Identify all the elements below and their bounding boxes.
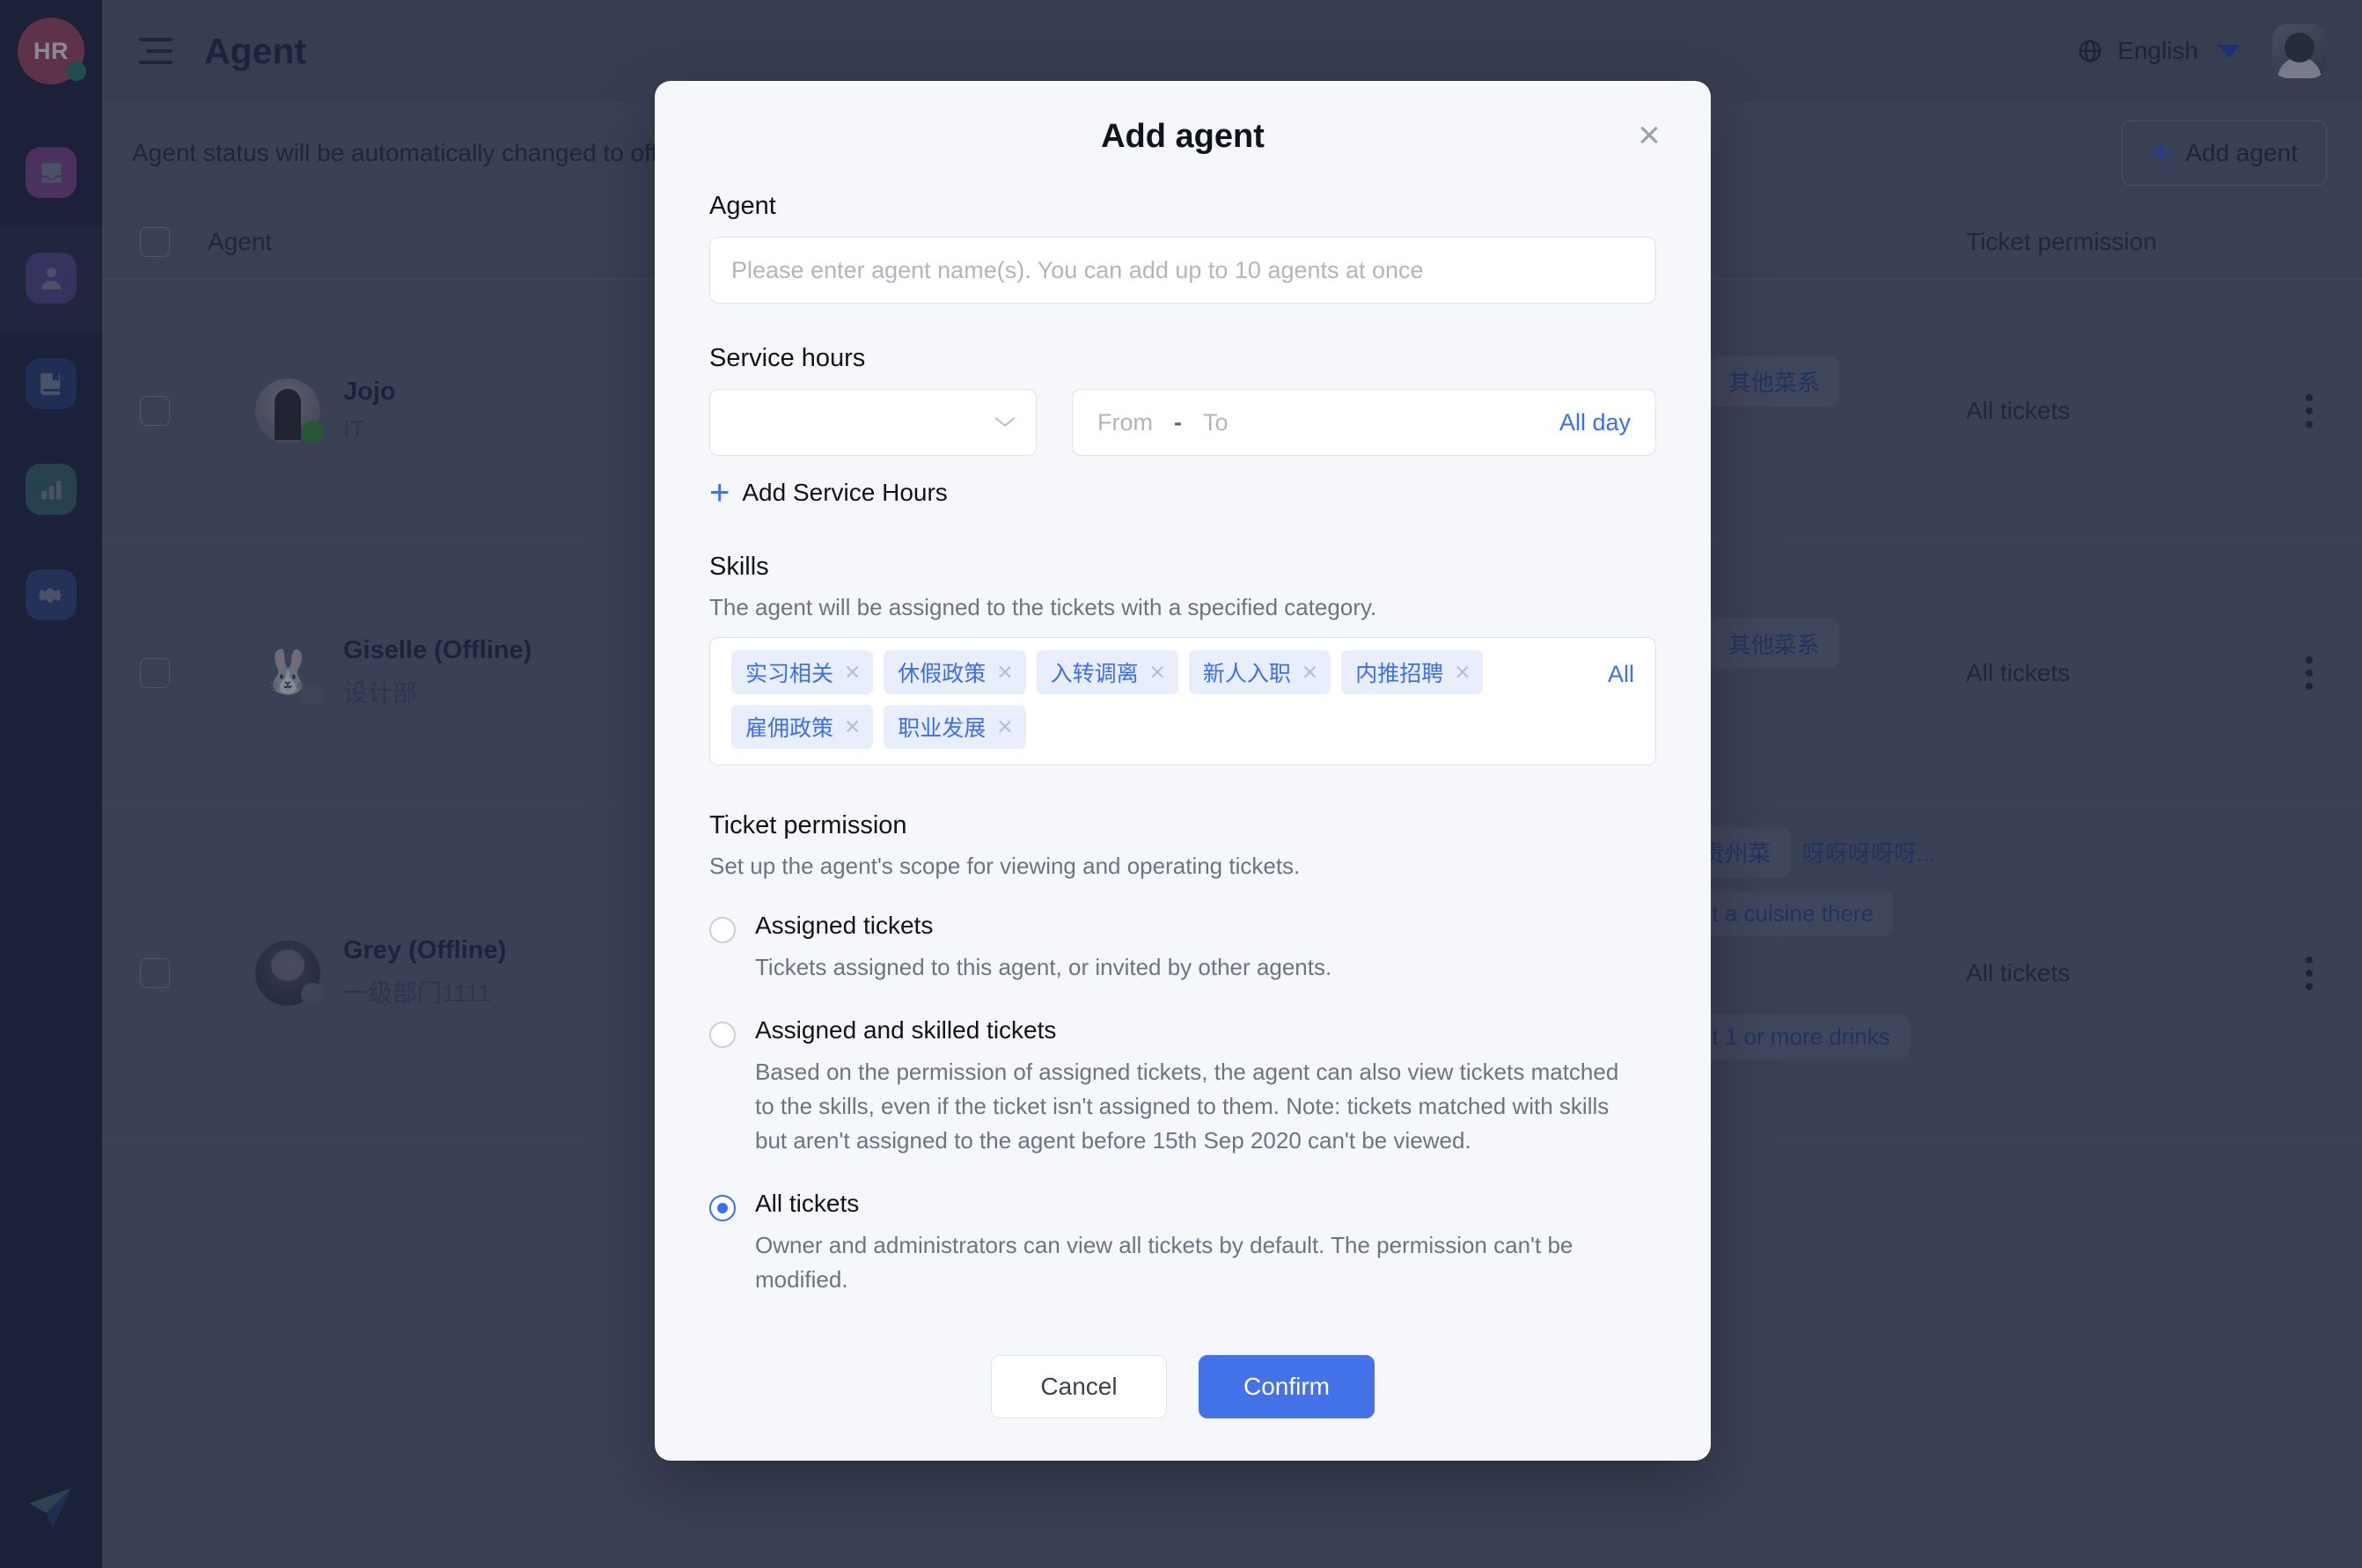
- cancel-button[interactable]: Cancel: [991, 1355, 1167, 1418]
- radio-icon[interactable]: [709, 1022, 736, 1048]
- radio-icon-selected[interactable]: [709, 1195, 736, 1221]
- agent-input-placeholder: Please enter agent name(s). You can add …: [731, 257, 1424, 284]
- option-title: Assigned tickets: [755, 912, 1331, 940]
- skill-chip-label: 实习相关: [745, 656, 833, 688]
- select-all-skills-button[interactable]: All: [1608, 661, 1634, 688]
- skill-chip-label: 入转调离: [1051, 656, 1139, 688]
- to-time-input[interactable]: To: [1203, 409, 1229, 436]
- remove-icon[interactable]: ✕: [844, 717, 861, 737]
- skill-chip[interactable]: 职业发展 ✕: [884, 705, 1025, 749]
- permission-option-all[interactable]: All tickets Owner and administrators can…: [709, 1190, 1656, 1297]
- permission-option-assigned-skilled[interactable]: Assigned and skilled tickets Based on th…: [709, 1016, 1656, 1158]
- service-hours-label: Service hours: [709, 344, 1656, 373]
- skill-chip[interactable]: 雇佣政策 ✕: [731, 705, 873, 749]
- option-description: Based on the permission of assigned tick…: [755, 1055, 1635, 1158]
- from-time-input[interactable]: From: [1097, 409, 1153, 436]
- ticket-permission-title: Ticket permission: [709, 811, 1656, 840]
- remove-icon[interactable]: ✕: [1302, 663, 1318, 683]
- agent-field-label: Agent: [709, 192, 1656, 221]
- plus-icon: +: [709, 479, 730, 507]
- add-agent-dialog: Add agent × Agent Please enter agent nam…: [655, 81, 1711, 1461]
- range-separator: -: [1174, 409, 1182, 436]
- radio-icon[interactable]: [709, 917, 736, 943]
- service-time-range[interactable]: From - To All day: [1072, 389, 1656, 456]
- all-day-button[interactable]: All day: [1559, 409, 1631, 436]
- remove-icon[interactable]: ✕: [996, 663, 1013, 683]
- agent-name-input[interactable]: Please enter agent name(s). You can add …: [709, 237, 1656, 304]
- add-service-hours-label: Add Service Hours: [742, 479, 947, 507]
- confirm-button[interactable]: Confirm: [1199, 1355, 1375, 1418]
- remove-icon[interactable]: ✕: [1149, 663, 1166, 683]
- skills-section-title: Skills: [709, 553, 1656, 582]
- dialog-footer: Cancel Confirm: [709, 1355, 1656, 1418]
- service-hours-row: From - To All day: [709, 389, 1656, 456]
- skill-chip-label: 休假政策: [898, 656, 986, 688]
- option-description: Owner and administrators can view all ti…: [755, 1228, 1635, 1297]
- option-title: Assigned and skilled tickets: [755, 1016, 1635, 1044]
- skill-chip[interactable]: 休假政策 ✕: [884, 650, 1025, 694]
- skill-chip[interactable]: 实习相关 ✕: [731, 650, 873, 694]
- skill-chip[interactable]: 新人入职 ✕: [1189, 650, 1331, 694]
- skill-chip-label: 内推招聘: [1355, 656, 1443, 688]
- dialog-body: Agent Please enter agent name(s). You ca…: [655, 192, 1711, 1418]
- remove-icon[interactable]: ✕: [844, 663, 861, 683]
- remove-icon[interactable]: ✕: [1454, 663, 1471, 683]
- chevron-down-icon: [995, 417, 1015, 428]
- add-service-hours-button[interactable]: + Add Service Hours: [709, 479, 1656, 507]
- skill-chip[interactable]: 入转调离 ✕: [1037, 650, 1178, 694]
- skills-section-description: The agent will be assigned to the ticket…: [709, 594, 1656, 621]
- skill-chip[interactable]: 内推招聘 ✕: [1341, 650, 1483, 694]
- remove-icon[interactable]: ✕: [996, 717, 1013, 737]
- skill-chip-label: 新人入职: [1203, 656, 1291, 688]
- permission-option-assigned[interactable]: Assigned tickets Tickets assigned to thi…: [709, 912, 1656, 985]
- option-title: All tickets: [755, 1190, 1635, 1218]
- skills-selector[interactable]: 实习相关 ✕ 休假政策 ✕ 入转调离 ✕ 新人入职 ✕ 内推招聘 ✕ 雇佣政策 ✕ 职业发展…: [709, 637, 1656, 766]
- ticket-permission-description: Set up the agent's scope for viewing and…: [709, 853, 1656, 880]
- option-description: Tickets assigned to this agent, or invit…: [755, 950, 1331, 985]
- skill-chip-label: 雇佣政策: [745, 711, 833, 743]
- dialog-header: Add agent ×: [655, 81, 1711, 192]
- dialog-title: Add agent: [1101, 118, 1265, 156]
- skill-chip-label: 职业发展: [898, 711, 986, 743]
- close-icon[interactable]: ×: [1630, 116, 1669, 155]
- service-day-select[interactable]: [709, 389, 1037, 456]
